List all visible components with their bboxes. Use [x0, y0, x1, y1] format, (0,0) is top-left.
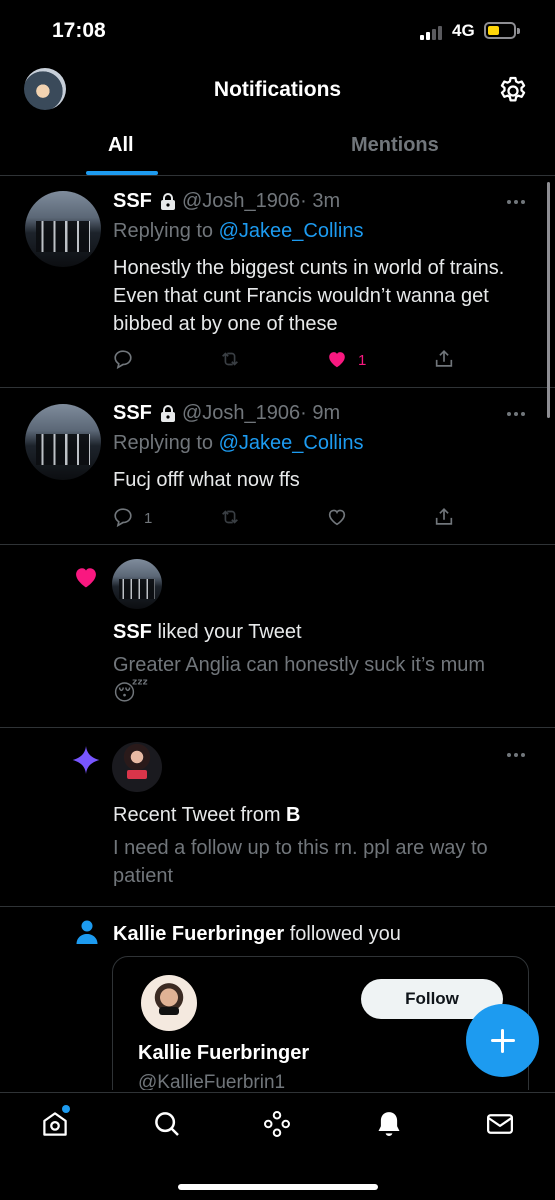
- notification-title: Recent Tweet from B: [113, 804, 301, 827]
- sleeping-emoji: 😴: [113, 680, 149, 705]
- spaces-icon[interactable]: [262, 1109, 292, 1139]
- page-title: Notifications: [213, 78, 342, 101]
- author-name[interactable]: SSF: [113, 402, 152, 425]
- card-name[interactable]: Kallie Fuerbringer: [138, 1042, 309, 1065]
- follow-notification[interactable]: Kallie Fuerbringer followed you Follow K…: [0, 907, 555, 1090]
- handle-text: @Josh_1906: [182, 190, 301, 212]
- action-text: followed you: [284, 923, 401, 945]
- avatar[interactable]: [141, 975, 197, 1031]
- compose-tweet-button[interactable]: [466, 1004, 539, 1077]
- recent-prefix: Recent Tweet from: [113, 804, 287, 826]
- more-options-icon[interactable]: [507, 752, 527, 758]
- top-bar: Notifications: [0, 62, 555, 120]
- handle-text: @Josh_1906: [182, 402, 301, 424]
- retweet-icon[interactable]: [219, 348, 241, 370]
- card-handle[interactable]: @KallieFuerbrin1: [138, 1072, 285, 1090]
- replying-to-link[interactable]: @Jakee_Collins: [219, 220, 364, 242]
- liked-heart-icon[interactable]: [326, 348, 348, 370]
- lock-icon: [161, 193, 175, 210]
- recent-tweet-notification[interactable]: Recent Tweet from B I need a follow up t…: [0, 728, 555, 907]
- lock-icon: [161, 405, 175, 422]
- tab-all[interactable]: All: [108, 134, 134, 157]
- signal-icon: [420, 26, 446, 40]
- reply-tweet[interactable]: SSF @Josh_1906· 9m Replying to @Jakee_Co…: [0, 388, 555, 545]
- replying-prefix: Replying to: [113, 220, 219, 242]
- status-time: 17:08: [52, 19, 106, 42]
- reply-icon[interactable]: [112, 348, 134, 370]
- home-indicator[interactable]: [178, 1184, 378, 1190]
- replying-to-link[interactable]: @Jakee_Collins: [219, 432, 364, 454]
- author-handle[interactable]: @Josh_1906· 3m: [182, 190, 340, 213]
- author-handle[interactable]: @Josh_1906· 9m: [182, 402, 340, 425]
- notification-tabs: All Mentions: [0, 124, 555, 176]
- liked-tweet-body: Greater Anglia can honestly suck it’s mu…: [113, 654, 486, 676]
- notifications-icon[interactable]: [374, 1109, 404, 1139]
- user-card[interactable]: Follow Kallie Fuerbringer @KallieFuerbri…: [112, 956, 529, 1090]
- more-options-icon[interactable]: [507, 411, 527, 417]
- person-icon: [76, 920, 98, 944]
- messages-icon[interactable]: [485, 1109, 515, 1139]
- tweet-text: Honestly the biggest cunts in world of t…: [113, 257, 505, 335]
- sparkle-icon: [72, 746, 100, 774]
- network-type: 4G: [452, 21, 475, 40]
- actor-name[interactable]: SSF: [113, 621, 152, 643]
- notifications-feed[interactable]: SSF @Josh_1906· 3m Replying to @Jakee_Co…: [0, 176, 555, 1090]
- retweet-icon[interactable]: [219, 506, 241, 528]
- bottom-navigation: [0, 1092, 555, 1200]
- search-icon[interactable]: [152, 1109, 182, 1139]
- avatar[interactable]: [25, 191, 101, 267]
- notification-title: Kallie Fuerbringer followed you: [113, 923, 401, 946]
- replying-to: Replying to @Jakee_Collins: [113, 432, 363, 455]
- settings-gear-icon[interactable]: [496, 74, 530, 108]
- actor-name[interactable]: Kallie Fuerbringer: [113, 923, 284, 945]
- reply-count: 1: [144, 510, 153, 527]
- replying-prefix: Replying to: [113, 432, 219, 454]
- home-notification-dot: [62, 1105, 70, 1113]
- reply-icon[interactable]: [112, 506, 134, 528]
- more-options-icon[interactable]: [507, 199, 527, 205]
- avatar[interactable]: [25, 404, 101, 480]
- tab-mentions[interactable]: Mentions: [351, 134, 439, 157]
- scrollbar[interactable]: [547, 182, 550, 418]
- tweet-text: Fucj offf what now ffs: [113, 469, 300, 491]
- author-name[interactable]: B: [286, 804, 300, 826]
- tweet-time: · 3m: [300, 190, 341, 212]
- recent-tweet-text: I need a follow up to this rn. ppl are w…: [113, 837, 488, 887]
- home-icon[interactable]: [40, 1109, 70, 1139]
- share-icon[interactable]: [433, 506, 455, 528]
- battery-icon: [484, 22, 520, 39]
- share-icon[interactable]: [433, 348, 455, 370]
- avatar[interactable]: [112, 559, 162, 609]
- liked-tweet-text: Greater Anglia can honestly suck it’s mu…: [113, 651, 533, 708]
- replying-to: Replying to @Jakee_Collins: [113, 220, 363, 243]
- like-notification[interactable]: SSF liked your Tweet Greater Anglia can …: [0, 545, 555, 728]
- heart-icon[interactable]: [326, 506, 348, 528]
- tweet-time: · 9m: [300, 402, 341, 424]
- like-count: 1: [358, 352, 367, 369]
- active-tab-indicator: [86, 171, 158, 175]
- heart-icon: [76, 568, 96, 588]
- status-bar: 17:08 4G: [0, 0, 555, 62]
- action-text: liked your Tweet: [151, 621, 302, 643]
- author-name[interactable]: SSF: [113, 190, 152, 213]
- avatar[interactable]: [112, 742, 162, 792]
- reply-tweet[interactable]: SSF @Josh_1906· 3m Replying to @Jakee_Co…: [0, 176, 555, 418]
- notification-title: SSF liked your Tweet: [113, 621, 302, 644]
